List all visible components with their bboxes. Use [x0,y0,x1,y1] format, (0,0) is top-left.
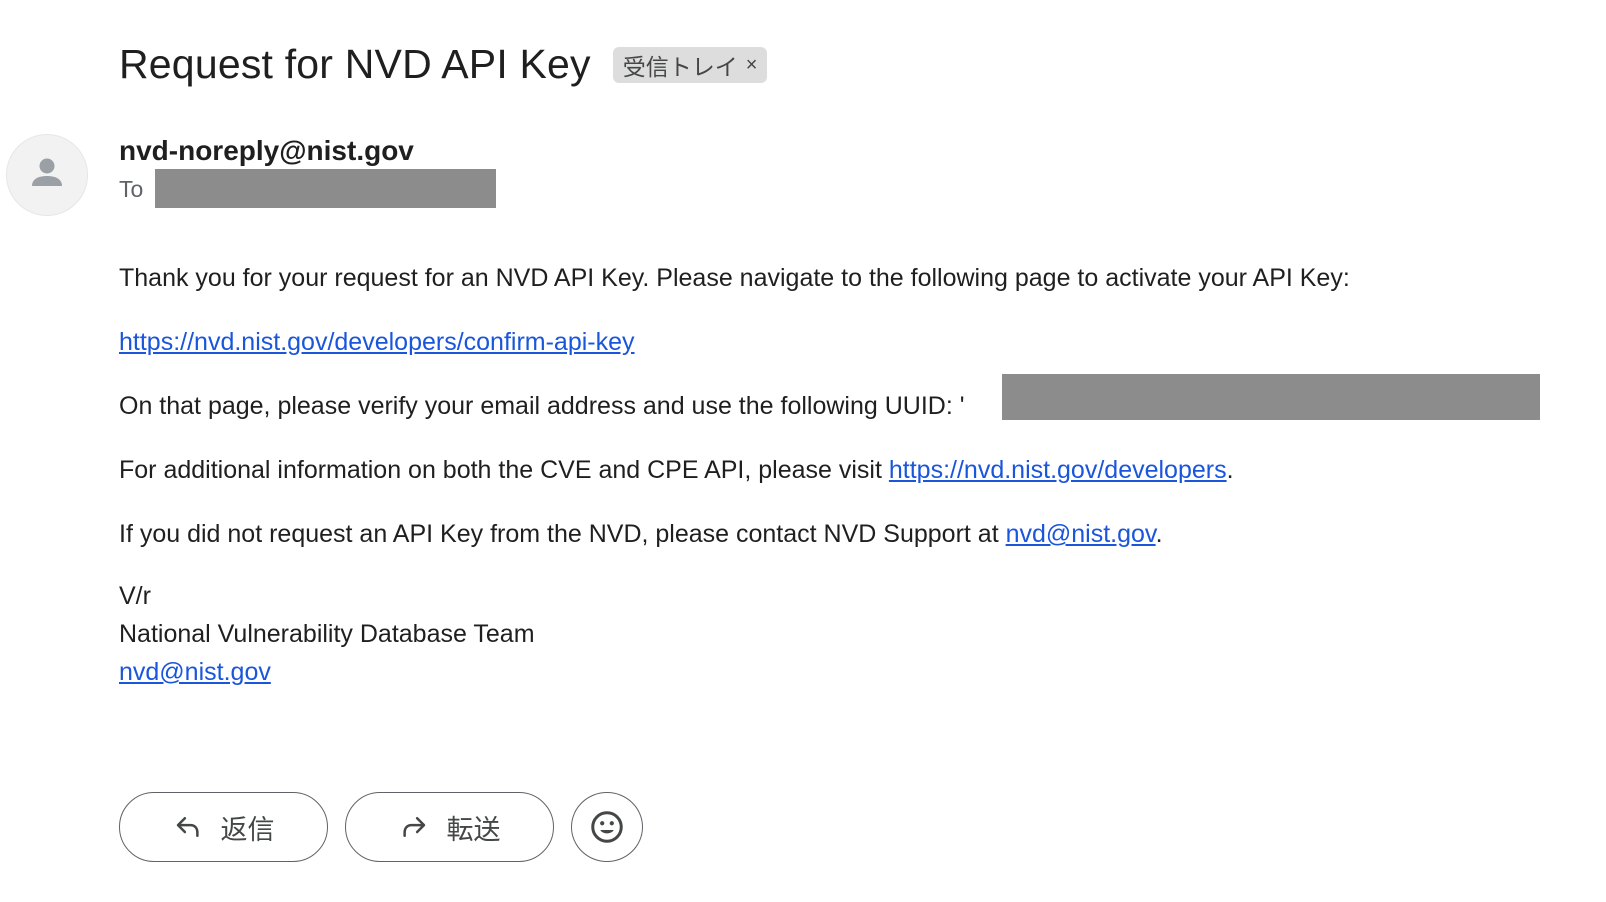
sender-address[interactable]: nvd-noreply@nist.gov [119,134,414,168]
uuid-paragraph: On that page, please verify your email a… [119,390,965,422]
team-name: National Vulnerability Database Team [119,620,535,648]
recipient-row: To [119,176,143,203]
signature-email-link[interactable]: nvd@nist.gov [119,658,271,686]
confirm-link-paragraph: https://nvd.nist.gov/developers/confirm-… [119,326,635,358]
contact-paragraph: If you did not request an API Key from t… [119,518,1163,550]
forward-arrow-icon [402,817,425,837]
developers-link[interactable]: https://nvd.nist.gov/developers [889,456,1227,484]
signature-email: nvd@nist.gov [119,656,271,688]
redacted-uuid [1002,374,1540,420]
to-label: To [119,176,144,202]
avatar[interactable] [6,134,88,216]
uuid-partial: ' [959,392,965,420]
reply-label: 返信 [220,814,275,845]
support-email-link[interactable]: nvd@nist.gov [1006,520,1156,548]
confirm-api-key-link[interactable]: https://nvd.nist.gov/developers/confirm-… [119,328,635,356]
smiley-icon [591,811,623,843]
contact-suffix: . [1155,520,1163,548]
redacted-recipient [155,169,496,208]
additional-info-text: For additional information on both the C… [119,456,882,484]
signoff: V/r [119,582,151,610]
additional-info-paragraph: For additional information on both the C… [119,454,1234,486]
email-subject: Request for NVD API Key [119,41,591,87]
label-chip-text: 受信トレイ [622,54,738,80]
emoji-reaction-button[interactable] [571,792,643,862]
reply-button[interactable]: 返信 [119,792,328,862]
label-chip-inbox[interactable]: 受信トレイ × [612,47,768,83]
forward-button[interactable]: 転送 [345,792,554,862]
forward-label: 転送 [446,814,501,845]
remove-label-icon[interactable]: × [746,55,758,75]
additional-info-suffix: . [1226,456,1234,484]
body-intro: Thank you for your request for an NVD AP… [119,264,1350,292]
uuid-text: On that page, please verify your email a… [119,392,953,420]
contact-text: If you did not request an API Key from t… [119,520,999,548]
default-person-icon [32,158,62,186]
reply-arrow-icon [176,817,199,837]
subject-row: Request for NVD API Key 受信トレイ × [119,36,768,92]
